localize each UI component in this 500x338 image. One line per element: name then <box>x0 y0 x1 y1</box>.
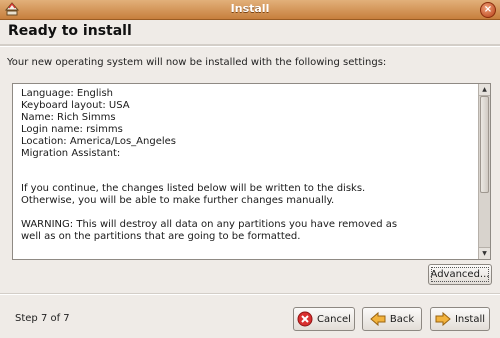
summary-line: Location: America/Los_Angeles <box>21 135 177 147</box>
settings-summary-text: Language: English Keyboard layout: USA Nam… <box>21 88 471 256</box>
summary-line: Login name: rsimms <box>21 123 123 135</box>
install-button[interactable]: Install <box>430 307 490 331</box>
vertical-scrollbar[interactable]: ▲ ▼ <box>478 84 490 259</box>
window-title: Install <box>230 2 270 15</box>
summary-line <box>21 159 471 171</box>
summary-line: If you continue, the changes listed belo… <box>21 183 366 195</box>
page-title: Ready to install <box>8 23 132 39</box>
arrow-left-icon <box>370 311 386 327</box>
close-icon[interactable]: × <box>480 2 496 18</box>
advanced-button[interactable]: Advanced... <box>428 264 492 285</box>
intro-text: Your new operating system will now be in… <box>7 57 387 68</box>
summary-line <box>21 171 471 183</box>
summary-line: WARNING: This will destroy all data on a… <box>21 218 398 230</box>
summary-line <box>21 207 471 219</box>
summary-line: Migration Assistant: <box>21 147 121 159</box>
summary-line: well as on the partitions that are going… <box>21 230 301 242</box>
summary-line: Otherwise, you will be able to make furt… <box>21 195 335 207</box>
cancel-icon <box>297 311 313 327</box>
footer-divider <box>0 293 500 295</box>
cancel-button[interactable]: Cancel <box>293 307 355 331</box>
scroll-down-icon[interactable]: ▼ <box>479 247 490 259</box>
back-button[interactable]: Back <box>362 307 422 331</box>
arrow-right-icon <box>435 311 451 327</box>
advanced-button-label: Advanced... <box>430 269 490 280</box>
back-button-label: Back <box>389 313 415 325</box>
cancel-button-label: Cancel <box>317 313 351 325</box>
install-button-label: Install <box>454 313 486 325</box>
page-header: Ready to install <box>0 20 500 44</box>
summary-line: Keyboard layout: USA <box>21 99 130 111</box>
summary-line: Language: English <box>21 88 114 99</box>
settings-summary[interactable]: Language: English Keyboard layout: USA Nam… <box>12 83 491 260</box>
title-bar[interactable]: Install × <box>0 0 500 20</box>
summary-line: Name: Rich Simms <box>21 111 116 123</box>
step-indicator: Step 7 of 7 <box>15 313 70 324</box>
header-divider <box>0 44 500 47</box>
scroll-thumb[interactable] <box>480 96 489 193</box>
scroll-up-icon[interactable]: ▲ <box>479 84 490 96</box>
